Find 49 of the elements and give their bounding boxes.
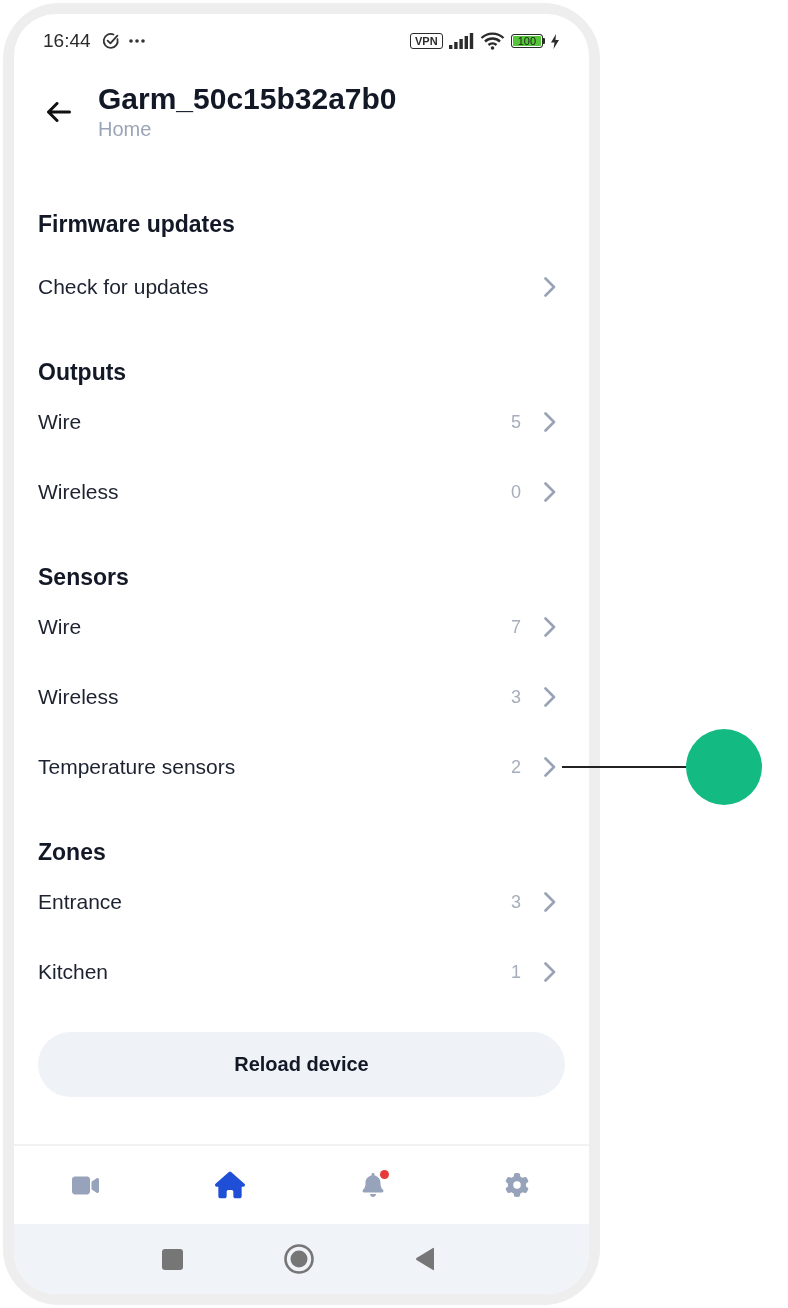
chevron-right-icon (544, 482, 556, 502)
bell-icon (361, 1173, 386, 1197)
device-title: Garm_50c15b32a7b0 (98, 81, 397, 116)
list-item[interactable]: Wireless 3 (38, 662, 565, 732)
item-count: 0 (511, 481, 521, 503)
chevron-right-icon (544, 757, 556, 777)
item-count: 3 (511, 686, 521, 708)
list-item[interactable]: Kitchen 1 (38, 937, 565, 1007)
home-nav-button[interactable] (283, 1244, 314, 1274)
back-nav-button[interactable] (414, 1247, 435, 1271)
settings-icon (505, 1173, 530, 1197)
back-button[interactable] (47, 102, 71, 122)
list-item[interactable]: Temperature sensors 2 (38, 732, 565, 802)
square-icon (162, 1248, 183, 1270)
section-heading: Outputs (38, 358, 128, 387)
chevron-right-icon (544, 617, 556, 637)
item-count: 3 (511, 891, 521, 913)
item-count: 5 (511, 411, 521, 433)
more-dots-icon (128, 39, 145, 43)
chevron-right-icon (544, 687, 556, 707)
recents-nav-button[interactable] (162, 1248, 183, 1270)
list-item[interactable]: Entrance 3 (38, 867, 565, 937)
item-count: 7 (511, 616, 521, 638)
chevron-right-icon (544, 412, 556, 432)
list-item[interactable]: Wire 5 (38, 387, 565, 457)
signal-bars-icon (448, 33, 474, 49)
status-time: 16:44 (43, 30, 91, 52)
check-circle-icon (101, 32, 120, 50)
triangle-back-icon (414, 1247, 435, 1271)
section-heading: Firmware updates (38, 210, 236, 239)
item-count: 2 (511, 756, 521, 778)
back-arrow-icon (47, 102, 71, 122)
section-heading: Zones (38, 838, 107, 867)
chevron-right-icon (544, 892, 556, 912)
battery-indicator: 100 (510, 34, 545, 48)
home-icon (214, 1170, 245, 1200)
vpn-indicator: VPN (410, 33, 443, 49)
ring-icon (283, 1244, 314, 1274)
item-count: 1 (511, 961, 521, 983)
section-heading: Sensors (38, 563, 130, 592)
list-item[interactable]: Wireless 0 (38, 457, 565, 527)
chevron-right-icon (544, 962, 556, 982)
reload-device-button[interactable]: Reload device (38, 1032, 565, 1097)
list-item[interactable]: Check for updates (38, 252, 565, 322)
chevron-right-icon (544, 277, 556, 297)
charging-bolt-icon (551, 33, 559, 49)
device-location: Home (98, 116, 153, 141)
list-item[interactable]: Wire 7 (38, 592, 565, 662)
wifi-icon (479, 32, 505, 50)
